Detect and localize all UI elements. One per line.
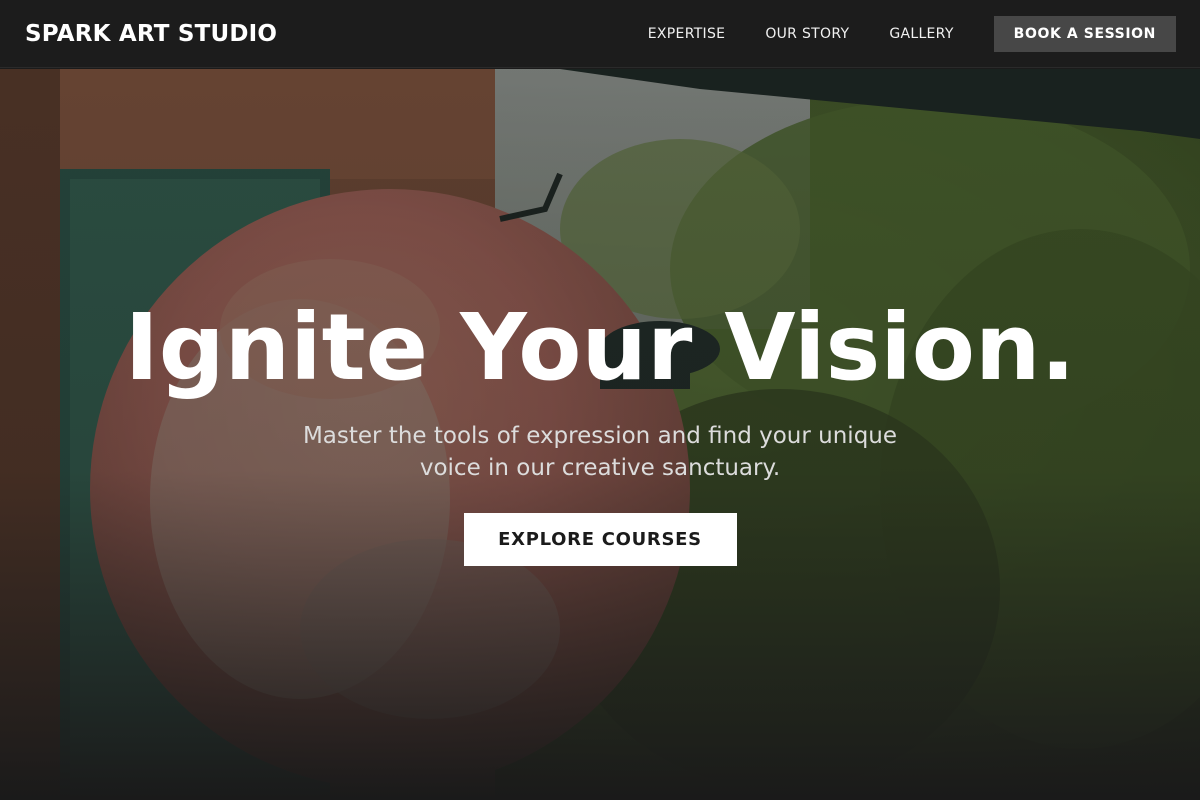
book-session-button[interactable]: BOOK A SESSION [993, 15, 1176, 52]
main-nav: EXPERTISE OUR STORY GALLERY BOOK A SESSI… [648, 15, 1176, 52]
hero-headline: Ignite Your Vision. [124, 294, 1076, 401]
nav-link-expertise[interactable]: EXPERTISE [648, 26, 726, 42]
explore-courses-button[interactable]: EXPLORE COURSES [463, 513, 737, 567]
site-header: SPARK ART STUDIO EXPERTISE OUR STORY GAL… [0, 0, 1200, 68]
hero-subheadline: Master the tools of expression and find … [302, 423, 898, 482]
nav-link-our-story[interactable]: OUR STORY [765, 26, 849, 42]
hero-section: Ignite Your Vision. Master the tools of … [0, 69, 1200, 800]
hero-content: Ignite Your Vision. Master the tools of … [0, 69, 1200, 800]
nav-link-gallery[interactable]: GALLERY [889, 26, 953, 42]
brand-logo[interactable]: SPARK ART STUDIO [25, 21, 277, 47]
